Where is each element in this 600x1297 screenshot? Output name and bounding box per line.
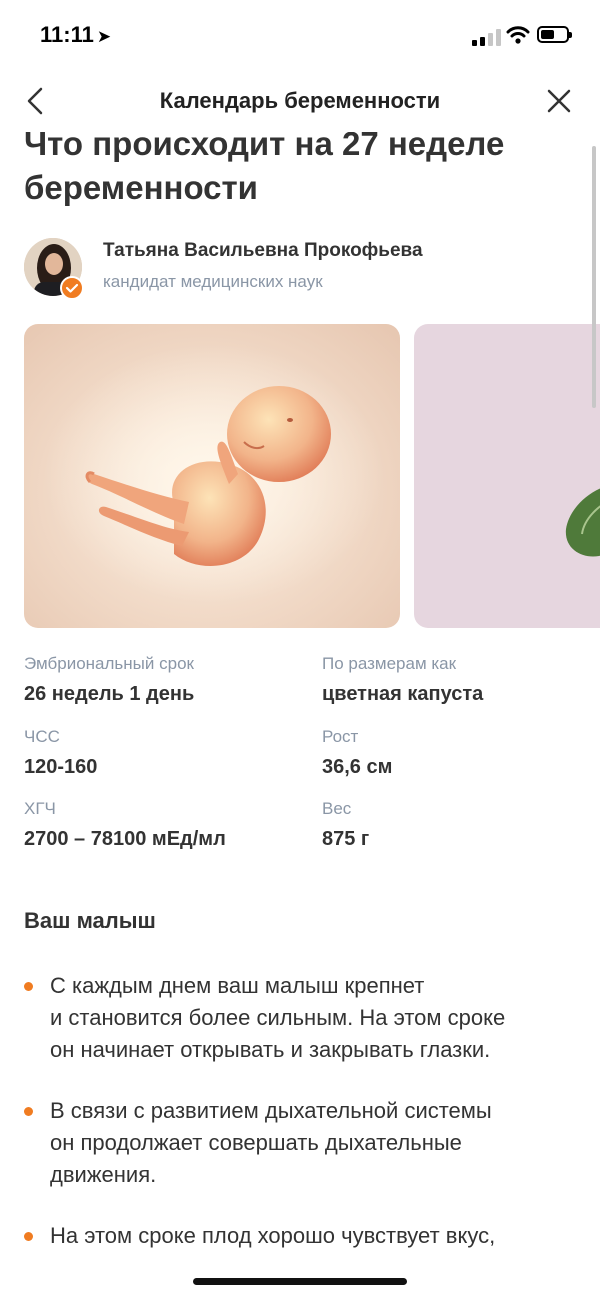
fact-label: По размерам как: [322, 654, 457, 673]
fact-label: ЧСС: [24, 727, 60, 746]
battery-icon: [537, 26, 572, 43]
status-time-text: 11:11: [40, 22, 94, 47]
fact-value: цветная капуста: [322, 683, 484, 705]
signal-icon: [472, 28, 502, 46]
fact-value: 2700 – 78100 мЕд/мл: [24, 828, 226, 850]
nav-header: Календарь беременности: [0, 70, 600, 132]
fact-hcg: ХГЧ 2700 – 78100 мЕд/мл: [24, 797, 314, 853]
fact-height: Рост 36,6 см: [322, 725, 600, 781]
bullet-dot-icon: [24, 1107, 33, 1116]
fact-embryonic-term: Эмбриональный срок 26 недель 1 день: [24, 652, 314, 708]
fact-label: Рост: [322, 727, 359, 746]
author-block[interactable]: Татьяна Васильевна Прокофьева кандидат м…: [24, 238, 584, 300]
status-bar: 11:11 ➤: [0, 0, 600, 70]
fact-label: Эмбриональный срок: [24, 654, 194, 673]
bullet-text: В связи с развитием дыхательной системы …: [50, 1098, 492, 1187]
fact-value: 875 г: [322, 828, 370, 850]
fact-value: 26 недель 1 день: [24, 683, 195, 705]
article-content[interactable]: Что происходит на 27 неделе беременности…: [0, 132, 600, 1297]
fact-heart-rate: ЧСС 120-160: [24, 725, 314, 781]
fact-value: 36,6 см: [322, 756, 393, 778]
wifi-icon: [506, 26, 530, 44]
location-arrow-icon: ➤: [96, 27, 112, 46]
home-indicator[interactable]: [193, 1278, 407, 1285]
nav-title: Календарь беременности: [159, 88, 441, 113]
verified-badge-icon: [60, 276, 84, 300]
fact-size-comparison: По размерам как цветная капуста: [322, 652, 600, 708]
food-comparison-card[interactable]: [414, 324, 600, 628]
bullet-text: С каждым днем ваш малыш крепнет и станов…: [50, 973, 506, 1062]
fact-value: 120-160: [24, 756, 98, 778]
fact-label: ХГЧ: [24, 799, 56, 818]
close-icon[interactable]: [542, 84, 576, 118]
embryo-illustration: [44, 344, 384, 604]
bullet-text: На этом сроке плод хорошо чувствует вкус…: [50, 1223, 496, 1248]
fact-weight: Вес 875 г: [322, 797, 600, 853]
cauliflower-illustration: [565, 488, 600, 557]
author-name: Татьяна Васильевна Прокофьева: [103, 240, 423, 261]
fact-label: Вес: [322, 799, 352, 818]
bullet-dot-icon: [24, 1232, 33, 1241]
status-time: 11:11 ➤: [40, 22, 111, 48]
section-title: Ваш малыш: [24, 908, 156, 933]
author-title: кандидат медицинских наук: [103, 272, 323, 291]
bullet-dot-icon: [24, 982, 33, 991]
scrollbar[interactable]: [592, 146, 596, 408]
article-title: Что происходит на 27 неделе беременности: [24, 132, 505, 206]
embryo-image-card[interactable]: [24, 324, 400, 628]
